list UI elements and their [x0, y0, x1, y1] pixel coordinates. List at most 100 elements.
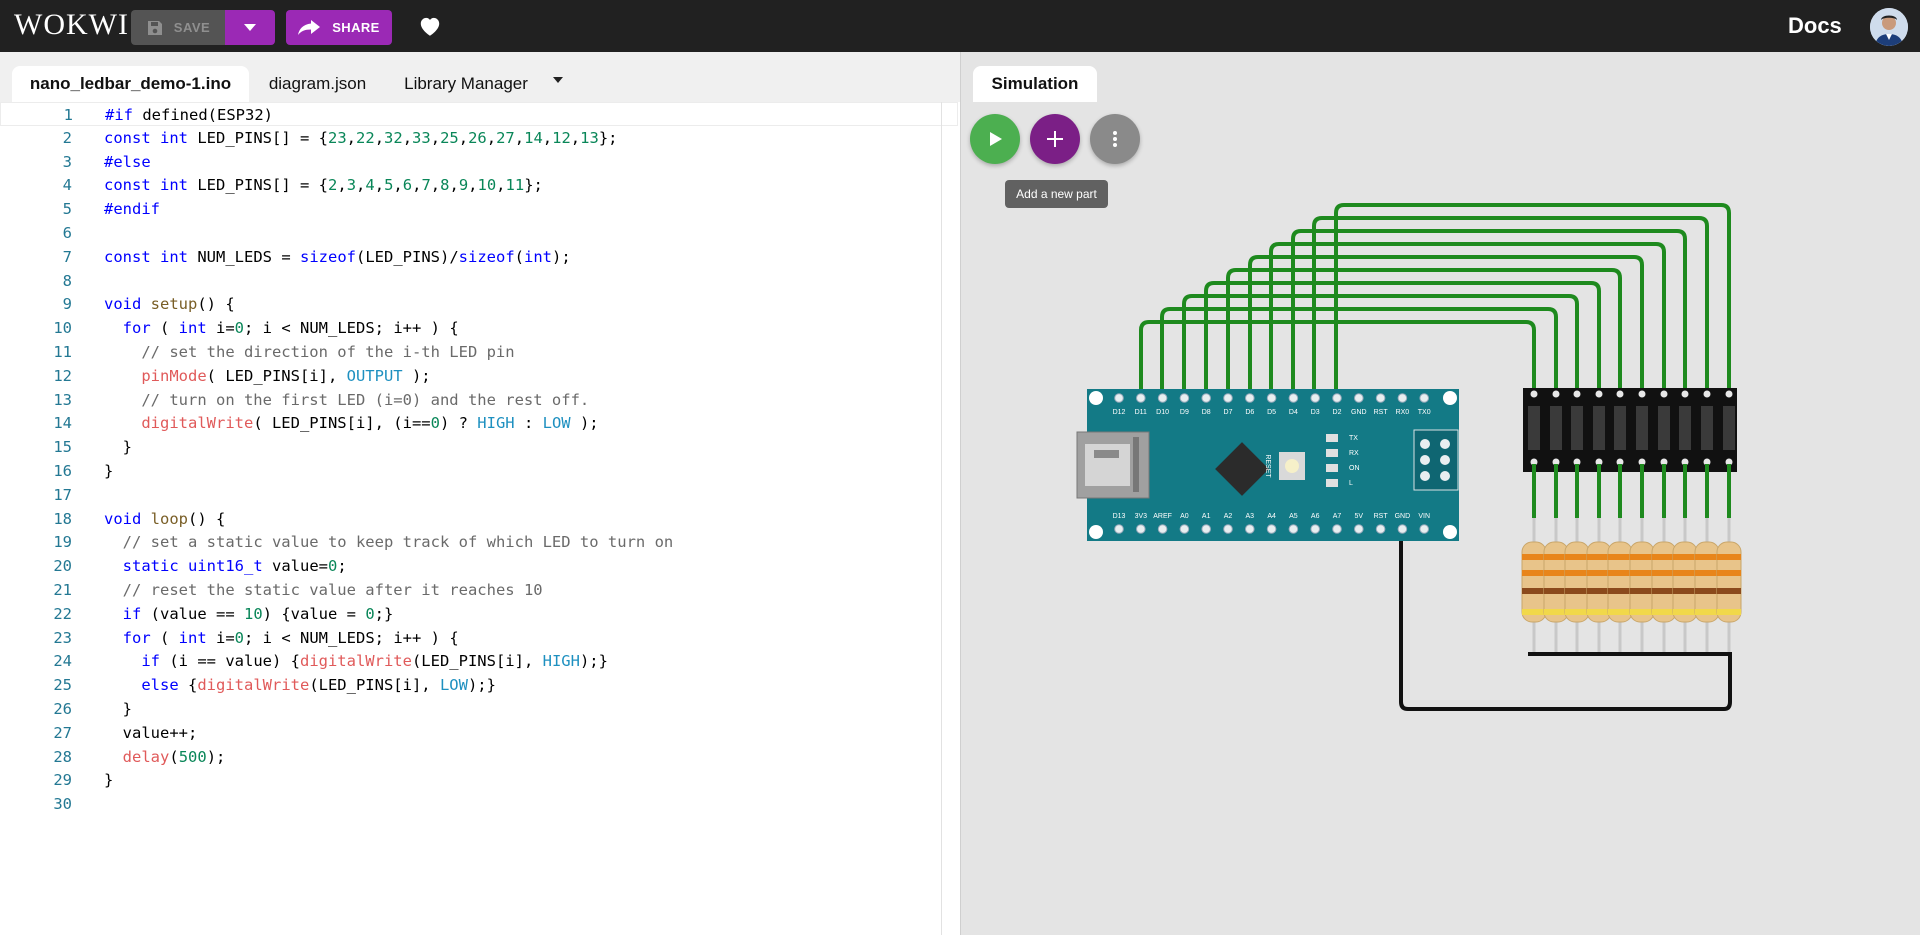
share-button[interactable]: SHARE [286, 10, 392, 45]
wire[interactable] [1248, 255, 1644, 397]
code-line[interactable]: 12 pinMode( LED_PINS[i], OUTPUT ); [0, 364, 958, 388]
led-bar-graph[interactable] [1523, 388, 1737, 472]
board-pin[interactable] [1245, 524, 1255, 534]
tab-library-manager[interactable]: Library Manager [392, 66, 540, 102]
code-area[interactable]: 1 #if defined(ESP32) 2 const int LED_PINS[]… [0, 102, 960, 935]
wire[interactable] [1182, 294, 1579, 397]
led-pin[interactable] [1573, 390, 1581, 398]
board-pin[interactable] [1266, 393, 1277, 403]
board-pin[interactable] [1419, 393, 1430, 403]
wokwi-logo[interactable]: WOKWI [14, 8, 129, 42]
board-pin[interactable] [1332, 393, 1342, 403]
board-pin[interactable] [1310, 524, 1321, 534]
code-line[interactable]: 17 [0, 483, 958, 507]
code-line[interactable]: 9 void setup() { [0, 292, 958, 316]
led-pin[interactable] [1616, 390, 1624, 398]
led-pin[interactable] [1595, 390, 1603, 398]
wire[interactable] [1204, 281, 1601, 397]
arduino-nano-board[interactable]: RESET TX RX ON L D12 D13 D11 3V3 D10 AREF D9 A0 D8 A… [1076, 389, 1459, 541]
code-line[interactable]: 21 // reset the static value after it re… [0, 578, 958, 602]
code-line[interactable]: 5 #endif [0, 197, 958, 221]
code-line[interactable]: 6 [0, 221, 958, 245]
code-line[interactable]: 24 if (i == value) {digitalWrite(LED_PIN… [0, 649, 958, 673]
board-pin[interactable] [1179, 524, 1190, 534]
board-pin[interactable] [1223, 524, 1233, 534]
board-pin[interactable] [1354, 393, 1364, 403]
code-line[interactable]: 2 const int LED_PINS[] = {23,22,32,33,25,… [0, 126, 958, 150]
resistor[interactable] [1543, 541, 1569, 623]
board-pin[interactable] [1136, 393, 1146, 403]
resistor[interactable] [1521, 541, 1547, 623]
led-pin[interactable] [1703, 390, 1711, 398]
board-pin[interactable] [1288, 393, 1299, 403]
board-pin[interactable] [1201, 393, 1211, 403]
code-line[interactable]: 29} [0, 768, 958, 792]
code-line[interactable]: 8 [0, 269, 958, 293]
board-pin[interactable] [1114, 393, 1124, 403]
board-pin[interactable] [1332, 524, 1342, 534]
board-pin[interactable] [1114, 524, 1124, 534]
resistor[interactable] [1672, 541, 1698, 623]
board-pin[interactable] [1157, 393, 1168, 403]
save-dropdown-button[interactable] [225, 10, 275, 45]
resistor-array[interactable] [1521, 464, 1742, 652]
board-pin[interactable] [1375, 524, 1386, 534]
code-line[interactable]: 22 if (value == 10) {value = 0;} [0, 602, 958, 626]
save-button[interactable]: SAVE [131, 10, 225, 45]
code-line[interactable]: 13 // turn on the first LED (i=0) and th… [0, 388, 958, 412]
code-line[interactable]: 25 else {digitalWrite(LED_PINS[i], LOW);… [0, 673, 958, 697]
board-pin[interactable] [1179, 393, 1190, 403]
led-pin[interactable] [1552, 390, 1560, 398]
tab-diagram[interactable]: diagram.json [255, 66, 380, 102]
heart-icon[interactable] [417, 13, 443, 39]
code-line[interactable]: 23 for ( int i=0; i < NUM_LEDS; i++ ) { [0, 626, 958, 650]
code-line[interactable]: 27 value++; [0, 721, 958, 745]
board-pin[interactable] [1245, 393, 1255, 403]
code-line[interactable]: 14 digitalWrite( LED_PINS[i], (i==0) ? H… [0, 411, 958, 435]
code-line[interactable]: 16} [0, 459, 958, 483]
resistor[interactable] [1694, 541, 1720, 623]
board-pin[interactable] [1136, 524, 1146, 534]
resistor[interactable] [1716, 541, 1742, 623]
docs-link[interactable]: Docs [1788, 13, 1842, 39]
code-line[interactable]: 3 #else [0, 150, 958, 174]
code-line[interactable]: 20 static uint16_t value=0; [0, 554, 958, 578]
led-pin[interactable] [1681, 390, 1689, 398]
board-pin[interactable] [1397, 524, 1408, 534]
board-pin[interactable] [1354, 524, 1364, 534]
board-pin[interactable] [1223, 393, 1233, 403]
board-pin[interactable] [1266, 524, 1277, 534]
circuit-diagram[interactable]: RESET TX RX ON L D12 D13 D11 3V3 D10 AREF D9 A0 D8 A… [961, 52, 1919, 935]
code-line[interactable]: 15 } [0, 435, 958, 459]
user-avatar[interactable] [1870, 8, 1908, 46]
code-line[interactable]: 18 void loop() { [0, 507, 958, 531]
code-line[interactable]: 28 delay(500); [0, 745, 958, 769]
code-line[interactable]: 11 // set the direction of the i-th LED … [0, 340, 958, 364]
code-line[interactable]: 4 const int LED_PINS[] = {2,3,4,5,6,7,8,9… [0, 173, 958, 197]
code-line[interactable]: 7 const int NUM_LEDS = sizeof(LED_PINS)/s… [0, 245, 958, 269]
led-pin[interactable] [1638, 390, 1646, 398]
board-pin[interactable] [1157, 524, 1168, 534]
resistor[interactable] [1564, 541, 1590, 623]
code-line[interactable]: 19 // set a static value to keep track o… [0, 530, 958, 554]
board-pin[interactable] [1201, 524, 1211, 534]
code-line[interactable]: 26 } [0, 697, 958, 721]
resistor[interactable] [1651, 541, 1677, 623]
wire[interactable] [1226, 268, 1622, 397]
board-pin[interactable] [1397, 393, 1408, 403]
code-line[interactable]: 1 #if defined(ESP32) [0, 102, 958, 126]
resistor[interactable] [1607, 541, 1633, 623]
resistor[interactable] [1629, 541, 1655, 623]
tab-menu-caret-icon[interactable] [553, 77, 563, 83]
board-pin[interactable] [1419, 524, 1430, 534]
led-pin[interactable] [1660, 390, 1668, 398]
board-pin[interactable] [1288, 524, 1299, 534]
code-line[interactable]: 10 for ( int i=0; i < NUM_LEDS; i++ ) { [0, 316, 958, 340]
tab-sketch[interactable]: nano_ledbar_demo-1.ino [12, 66, 249, 102]
board-pin[interactable] [1375, 393, 1386, 403]
code-line[interactable]: 30 [0, 792, 958, 816]
led-pin[interactable] [1530, 390, 1538, 398]
resistor[interactable] [1586, 541, 1612, 623]
led-pin[interactable] [1725, 390, 1733, 398]
board-pin[interactable] [1310, 393, 1321, 403]
